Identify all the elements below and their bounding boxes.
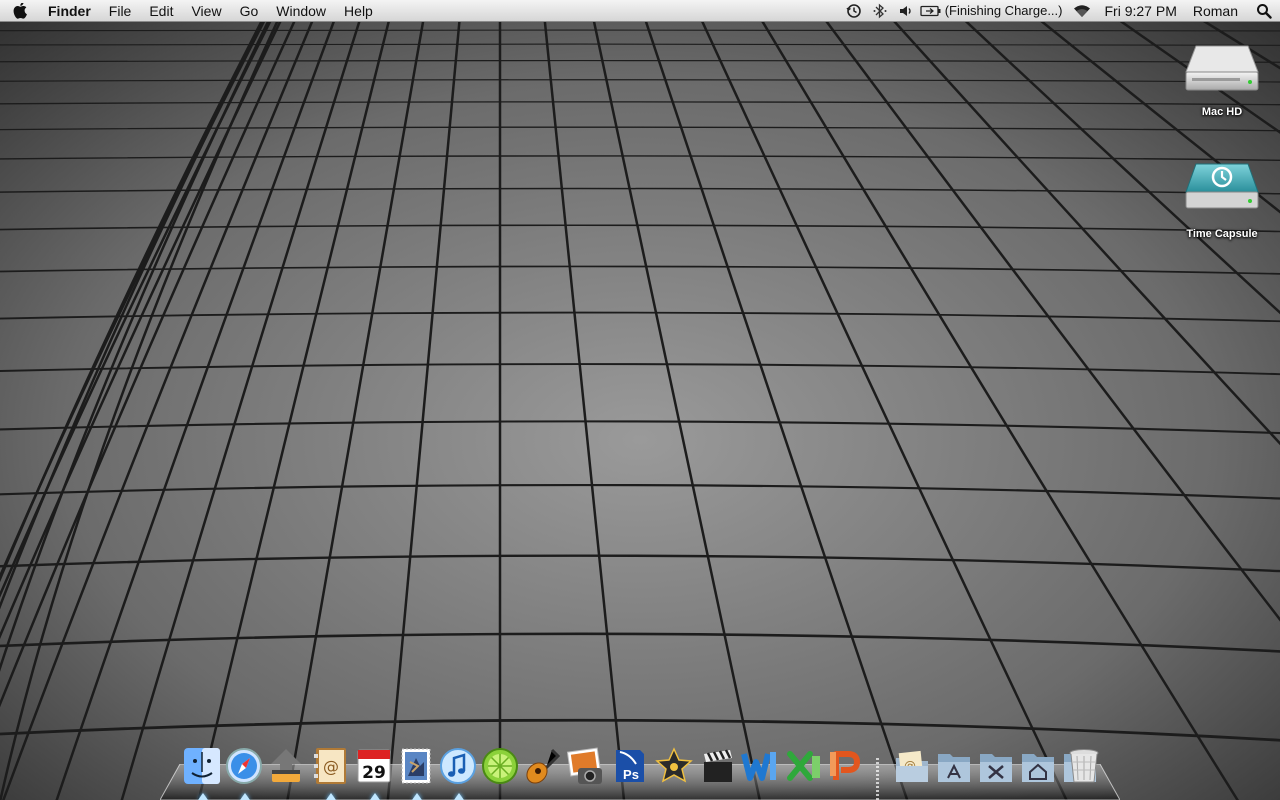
dock-address-book[interactable]: @ bbox=[310, 746, 350, 800]
dock-limewire[interactable] bbox=[480, 746, 520, 786]
trash-icon bbox=[1069, 749, 1099, 783]
desktop-icon-label: Time Capsule bbox=[1186, 228, 1258, 240]
dock-garageband[interactable] bbox=[522, 746, 562, 786]
dock-final-cut[interactable] bbox=[698, 746, 738, 786]
guitar-icon bbox=[526, 748, 561, 784]
dock: @ 29 Ps bbox=[160, 744, 1120, 800]
dock-transmit[interactable] bbox=[266, 746, 306, 786]
spotlight-search-icon[interactable] bbox=[1248, 0, 1280, 22]
mail-stamp-icon bbox=[401, 748, 431, 784]
battery-status-text[interactable]: (Finishing Charge...) bbox=[943, 3, 1069, 18]
hard-drive-icon bbox=[1185, 45, 1259, 91]
utilities-folder-icon bbox=[980, 754, 1012, 782]
dock-utilities-stack[interactable] bbox=[976, 746, 1016, 786]
apple-logo-icon[interactable] bbox=[0, 0, 40, 22]
svg-text:@: @ bbox=[323, 757, 339, 776]
menu-clock[interactable]: Fri 9:27 PM bbox=[1095, 3, 1187, 19]
menu-view[interactable]: View bbox=[182, 0, 230, 22]
dock-mail[interactable] bbox=[396, 746, 436, 800]
desktop-icon-time-capsule[interactable]: Time Capsule bbox=[1174, 160, 1270, 240]
time-machine-icon[interactable] bbox=[841, 0, 867, 22]
dock-applications-stack[interactable] bbox=[934, 746, 974, 786]
menu-go[interactable]: Go bbox=[231, 0, 268, 22]
dock-home-stack[interactable] bbox=[1018, 746, 1058, 786]
running-indicator bbox=[370, 793, 380, 800]
wifi-icon[interactable] bbox=[1069, 0, 1095, 22]
excel-icon bbox=[787, 751, 820, 781]
imovie-star-icon bbox=[655, 747, 693, 783]
running-indicator bbox=[240, 793, 250, 800]
photoshop-label: Ps bbox=[623, 767, 639, 782]
itunes-icon bbox=[440, 748, 476, 784]
battery-charging-icon[interactable] bbox=[919, 0, 943, 22]
clapperboard-icon bbox=[704, 749, 732, 782]
dock-powerpoint[interactable] bbox=[826, 746, 866, 786]
photoshop-icon: Ps bbox=[616, 750, 644, 782]
dock-word[interactable] bbox=[740, 746, 780, 786]
address-book-icon: @ bbox=[314, 748, 346, 784]
menu-help[interactable]: Help bbox=[335, 0, 382, 22]
bluetooth-icon[interactable] bbox=[867, 0, 893, 22]
desktop-icon-mac-hd[interactable]: Mac HD bbox=[1174, 38, 1270, 118]
fast-user-switch[interactable]: Roman bbox=[1187, 3, 1248, 19]
safari-icon bbox=[226, 748, 262, 784]
running-indicator bbox=[326, 793, 336, 800]
applications-folder-icon bbox=[938, 754, 970, 782]
menu-window[interactable]: Window bbox=[267, 0, 335, 22]
running-indicator bbox=[198, 793, 208, 800]
finder-icon bbox=[184, 748, 220, 784]
dock-safari[interactable] bbox=[224, 746, 264, 800]
ical-date: 29 bbox=[362, 763, 386, 783]
powerpoint-icon bbox=[830, 751, 860, 780]
dock-iphoto[interactable] bbox=[566, 746, 606, 786]
ical-icon: 29 bbox=[357, 749, 391, 783]
limewire-icon bbox=[482, 748, 518, 784]
word-icon bbox=[741, 752, 776, 781]
dock-documents-stack[interactable]: @ bbox=[892, 746, 932, 786]
menu-file[interactable]: File bbox=[100, 0, 141, 22]
volume-icon[interactable] bbox=[893, 0, 919, 22]
dock-finder[interactable] bbox=[182, 746, 222, 800]
documents-folder-icon: @ bbox=[896, 750, 928, 782]
dock-ical[interactable]: 29 bbox=[354, 746, 394, 800]
menu-app-finder[interactable]: Finder bbox=[40, 0, 100, 22]
time-capsule-icon bbox=[1185, 163, 1259, 209]
dock-imovie[interactable] bbox=[654, 746, 694, 786]
menu-edit[interactable]: Edit bbox=[140, 0, 182, 22]
running-indicator bbox=[412, 793, 422, 800]
menu-bar: Finder File Edit View Go Window Help (Fi… bbox=[0, 0, 1280, 22]
running-indicator bbox=[454, 793, 464, 800]
home-folder-icon bbox=[1022, 754, 1054, 782]
dock-trash-bin[interactable] bbox=[1064, 746, 1104, 786]
desktop-wallpaper bbox=[0, 0, 1280, 800]
dock-excel[interactable] bbox=[784, 746, 824, 786]
dock-itunes[interactable] bbox=[438, 746, 478, 800]
desktop-icon-label: Mac HD bbox=[1201, 106, 1243, 118]
dock-separator bbox=[876, 758, 879, 800]
transmit-icon bbox=[271, 749, 301, 782]
dock-photoshop[interactable]: Ps bbox=[610, 746, 650, 786]
iphoto-icon bbox=[566, 747, 602, 784]
